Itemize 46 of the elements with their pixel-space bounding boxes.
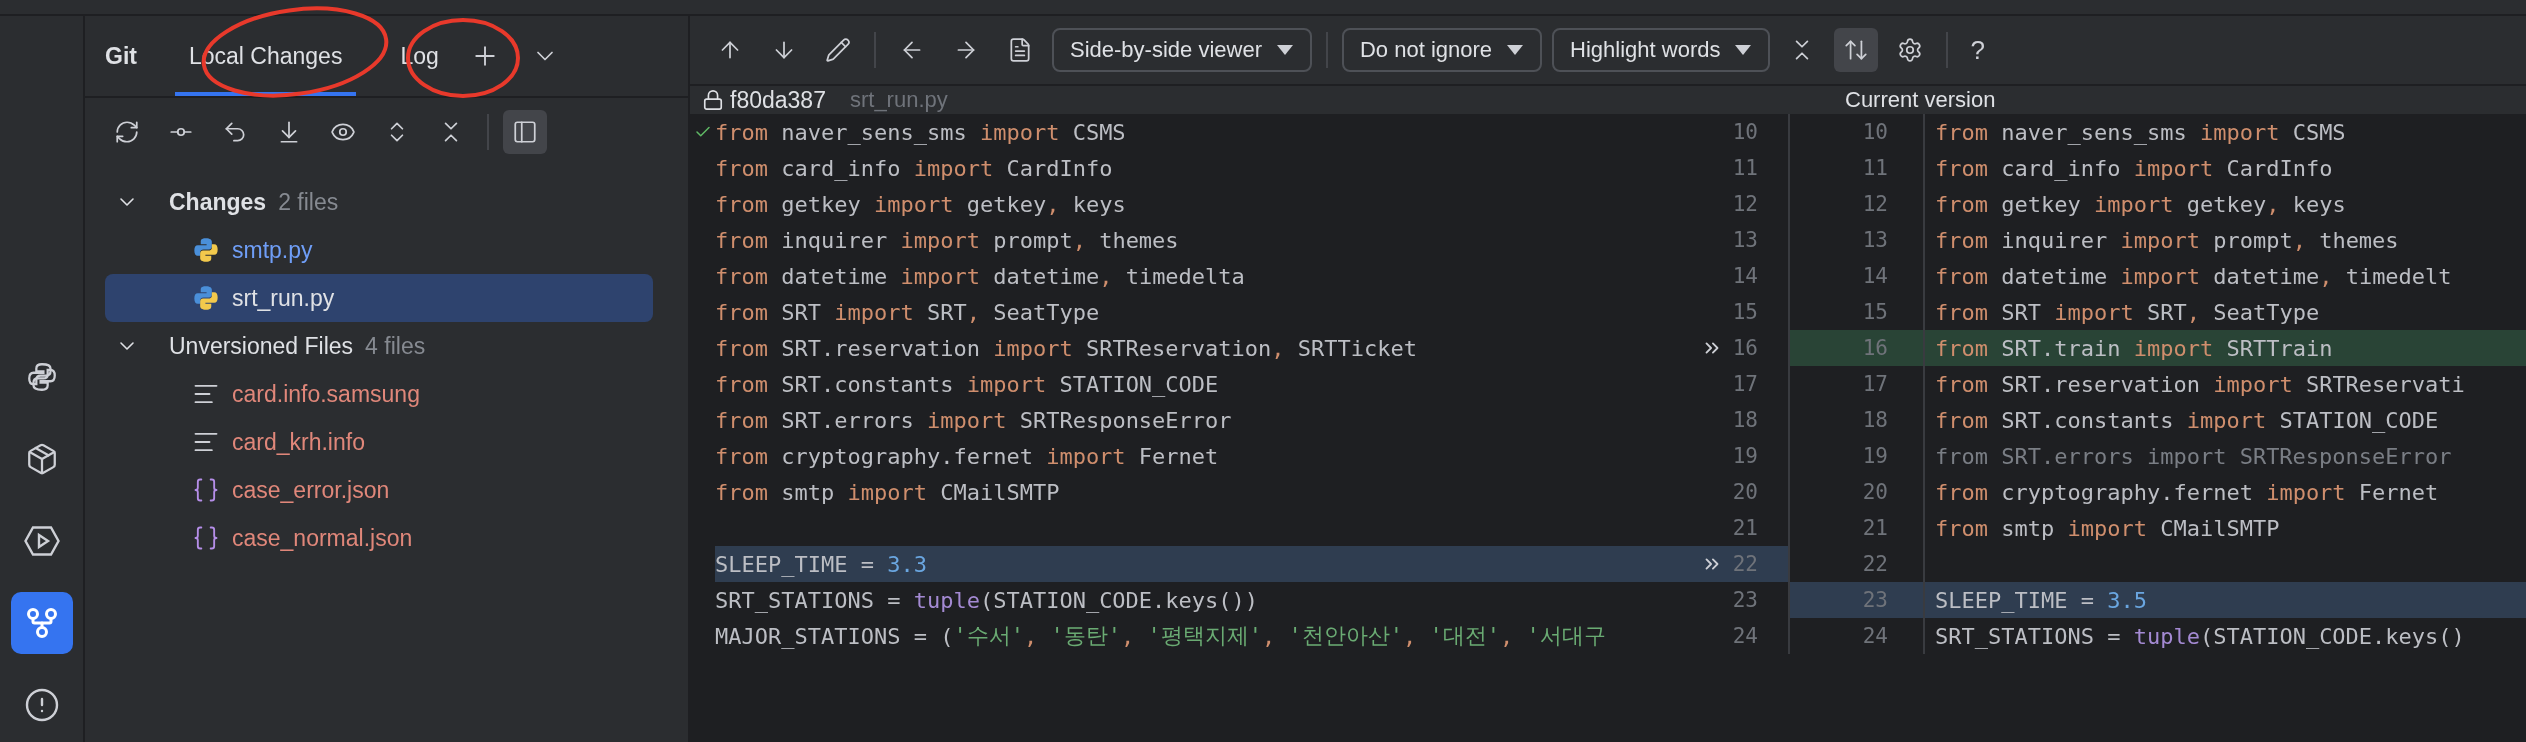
line-number: 16 (1790, 330, 1925, 366)
python-file-icon (192, 236, 220, 264)
dropdown-arrow-icon (1275, 44, 1294, 56)
file-count: 2 files (278, 188, 339, 216)
dropdown[interactable]: Highlight words (1552, 28, 1771, 72)
settings-icon (1897, 37, 1924, 63)
file-item[interactable]: smtp.py (105, 226, 653, 274)
refresh-icon (114, 119, 140, 145)
lock-icon (702, 89, 724, 111)
revision-hash: f80da387 (730, 86, 826, 114)
dropdown-arrow-icon (1734, 44, 1753, 56)
file-name: srt_run.py (849, 87, 948, 113)
sync-scroll-button[interactable] (1834, 28, 1879, 72)
file-item[interactable]: card_krh.info (105, 418, 653, 466)
file-name: case_error.json (232, 476, 390, 504)
preview-toggle-button[interactable] (503, 110, 547, 154)
json-file-icon (192, 476, 220, 504)
alert-icon (23, 687, 60, 723)
group-label: Unversioned Files (169, 332, 354, 360)
dropdown[interactable]: Do not ignore (1341, 28, 1543, 72)
dropdown[interactable]: Side-by-side viewer (1052, 28, 1312, 72)
file-item[interactable]: card.info.samsung (105, 370, 653, 418)
file-item[interactable]: srt_run.py (105, 274, 653, 322)
file-item[interactable]: case_error.json (105, 466, 653, 514)
file-name: card_krh.info (232, 428, 365, 456)
tool-window-button[interactable] (10, 592, 73, 654)
file-name: case_normal.json (232, 524, 413, 552)
file-name: srt_run.py (232, 284, 335, 312)
line-number: 22 (1660, 546, 1790, 582)
panel-icon (512, 119, 538, 145)
pencil-icon (825, 37, 851, 63)
dropdown-arrow-icon (1506, 44, 1525, 56)
file-item[interactable]: case_normal.json (105, 514, 653, 562)
document-icon (1007, 37, 1033, 63)
sync-scroll-icon (1843, 37, 1870, 63)
file-count: 4 files (365, 332, 426, 360)
json-file-icon (192, 524, 220, 552)
file-name: card.info.samsung (232, 380, 420, 408)
tool-window-title: Git (105, 41, 137, 71)
python-file-icon (192, 284, 220, 312)
file-name: smtp.py (232, 236, 313, 264)
group-label: Changes (169, 188, 267, 216)
line-number: 23 (1790, 582, 1925, 618)
help-button[interactable]: ? (1962, 34, 1993, 66)
run-icon (23, 524, 60, 558)
version-label: Current version (1845, 87, 1996, 113)
